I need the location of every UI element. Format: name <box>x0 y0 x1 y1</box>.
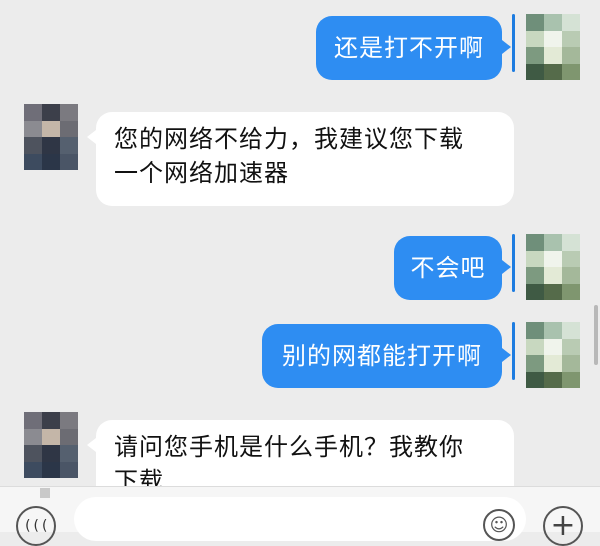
message-text-line: 请问您手机是什么手机？我教你 <box>114 433 464 461</box>
bubble-tail <box>502 260 511 274</box>
avatar-self[interactable] <box>526 234 580 300</box>
message-marker <box>512 14 515 72</box>
scrollbar[interactable] <box>594 305 598 365</box>
avatar-self[interactable] <box>526 14 580 80</box>
message-input[interactable] <box>74 497 526 541</box>
message-text: 不会吧 <box>410 254 486 282</box>
bubble-tail <box>502 348 511 362</box>
plus-icon[interactable]: + <box>543 506 583 546</box>
voice-glyph: ((( <box>23 518 49 534</box>
emoji-icon[interactable]: ☺ <box>483 509 515 541</box>
message-bubble-outgoing[interactable]: 别的网都能打开啊 <box>262 324 502 388</box>
avatar-agent[interactable] <box>24 104 78 170</box>
avatar-self[interactable] <box>526 322 580 388</box>
message-text: 别的网都能打开啊 <box>282 342 482 370</box>
bubble-tail <box>502 40 511 54</box>
bubble-tail <box>87 130 96 144</box>
voice-icon[interactable]: ((( <box>16 506 56 546</box>
emoji-glyph: ☺ <box>489 514 509 536</box>
message-marker <box>512 322 515 380</box>
message-marker <box>512 234 515 292</box>
message-text-line: 下载 <box>114 467 164 486</box>
input-bar: ((( ☺ + <box>0 486 600 546</box>
bubble-tail <box>87 438 96 452</box>
chat-area[interactable]: 还是打不开啊 您的网络不给力，我建议您下载 一个网络加速器 不会吧 别的网都能打… <box>0 0 600 486</box>
plus-glyph: + <box>550 508 576 543</box>
message-bubble-incoming[interactable]: 请问您手机是什么手机？我教你 下载 <box>96 420 514 486</box>
message-text: 还是打不开啊 <box>334 34 484 62</box>
message-bubble-outgoing[interactable]: 不会吧 <box>394 236 502 300</box>
indicator-dot <box>40 488 50 498</box>
avatar-agent[interactable] <box>24 412 78 478</box>
message-bubble-outgoing[interactable]: 还是打不开啊 <box>316 16 502 80</box>
message-bubble-incoming[interactable]: 您的网络不给力，我建议您下载 一个网络加速器 <box>96 112 514 206</box>
message-text-line: 您的网络不给力，我建议您下载 <box>114 125 464 153</box>
message-text-line: 一个网络加速器 <box>114 159 289 187</box>
